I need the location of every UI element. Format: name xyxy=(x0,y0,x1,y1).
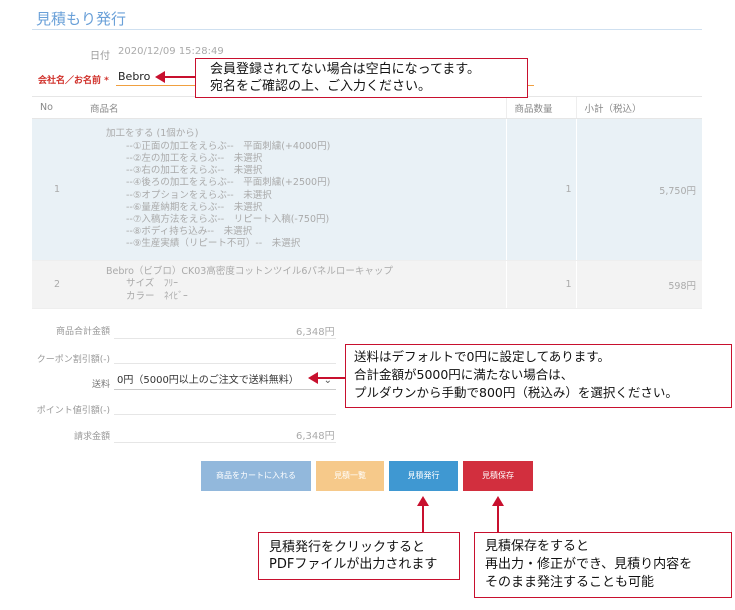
row-title: Bebro（ビブロ）CK03高密度コットンツイル6パネルローキャップ xyxy=(106,266,393,278)
arrow-line xyxy=(164,76,195,78)
callout-text: 見積保存をすると xyxy=(485,539,590,554)
row-subtotal: 5,750円 xyxy=(575,118,702,261)
callout-text: 送料はデフォルトで0円に設定してあります。 xyxy=(354,349,610,364)
point-label: ポイント値引額(-) xyxy=(36,406,110,416)
save-note-callout: 見積保存をすると 再出力・修正ができ、見積り内容を そのまま発注することも可能 xyxy=(474,532,732,598)
name-label-text: 会社名／お名前 xyxy=(38,76,102,86)
issue-note-callout: 見積発行をクリックすると PDFファイルが出力されます xyxy=(258,532,460,580)
header-name: 商品名 xyxy=(82,96,506,119)
billing-value: 6,348円 xyxy=(296,431,335,442)
arrow-line xyxy=(318,377,345,379)
coupon-label: クーポン割引額(-) xyxy=(36,355,110,365)
quote-table: No 商品名 商品数量 小計（税込） 1 加工をする (1個から) --①正面の… xyxy=(32,96,702,309)
arrow-line xyxy=(422,504,424,532)
page-title: 見積もり発行 xyxy=(36,10,127,28)
title-divider xyxy=(32,29,702,30)
row-option: --⑦入稿方法をえらぶ-- リピート入稿(-750円) xyxy=(126,213,330,225)
row-option: --②左の加工をえらぶ-- 未選択 xyxy=(126,152,263,164)
name-label: 会社名／お名前 * xyxy=(38,73,109,86)
save-quote-button[interactable]: 見積保存 xyxy=(463,461,533,491)
row-option: --⑨生産実績（リピート不可）-- 未選択 xyxy=(126,238,301,250)
chevron-down-icon: ⌄ xyxy=(323,375,332,386)
arrow-line xyxy=(497,504,499,532)
row-option: --⑥量産納期をえらぶ-- 未選択 xyxy=(126,201,263,213)
add-to-cart-button[interactable]: 商品をカートに入れる xyxy=(201,461,311,491)
shipping-label: 送料 xyxy=(91,380,110,390)
point-input[interactable] xyxy=(114,397,336,415)
header-subtotal: 小計（税込） xyxy=(575,96,702,119)
shipping-select-value: 0円（5000円以上のご注文で送料無料） xyxy=(117,375,299,386)
quote-list-button[interactable]: 見積一覧 xyxy=(316,461,384,491)
row-qty: 1 xyxy=(505,118,576,261)
table-row: 1 加工をする (1個から) --①正面の加工をえらぶ-- 平面刺繍(+4000… xyxy=(32,118,702,261)
required-mark: * xyxy=(104,76,109,86)
row-subtotal: 598円 xyxy=(575,260,702,309)
callout-text: プルダウンから手動で800円（税込み）を選択ください。 xyxy=(354,385,678,400)
table-row: 2 Bebro（ビブロ）CK03高密度コットンツイル6パネルローキャップ サイズ… xyxy=(32,260,702,309)
arrow-up-icon xyxy=(492,496,504,506)
row-option: --⑧ボディ持ち込み-- 未選択 xyxy=(126,226,253,238)
row-option: サイズ ﾌﾘｰ xyxy=(126,278,178,290)
callout-text: 合計金額が5000円に満たない場合は、 xyxy=(354,367,574,382)
date-label: 日付 xyxy=(90,51,110,62)
row-qty: 1 xyxy=(505,260,576,309)
billing-label: 請求金額 xyxy=(73,432,110,442)
product-total-label: 商品合計金額 xyxy=(55,327,110,337)
row-name: 加工をする (1個から) --①正面の加工をえらぶ-- 平面刺繍(+4000円)… xyxy=(82,118,506,261)
shipping-select[interactable]: 0円（5000円以上のご注文で送料無料） ⌄ xyxy=(114,372,336,390)
issue-quote-button[interactable]: 見積発行 xyxy=(389,461,458,491)
arrow-left-icon xyxy=(155,71,165,83)
date-value: 2020/12/09 15:28:49 xyxy=(118,46,224,57)
row-no: 2 xyxy=(32,260,82,309)
row-option: カラー ﾈｲﾋﾞｰ xyxy=(126,290,188,302)
row-option: --⑤オプションをえらぶ-- 未選択 xyxy=(126,189,272,201)
callout-text: 宛名をご確認の上、ご入力ください。 xyxy=(210,79,432,94)
callout-text: PDFファイルが出力されます xyxy=(269,557,438,572)
row-name: Bebro（ビブロ）CK03高密度コットンツイル6パネルローキャップ サイズ ﾌ… xyxy=(82,260,506,309)
callout-text: 再出力・修正ができ、見積り内容を xyxy=(485,557,693,572)
product-total-underline xyxy=(114,338,336,339)
header-no: No xyxy=(32,96,82,119)
row-no: 1 xyxy=(32,118,82,261)
row-option: --④後ろの加工をえらぶ-- 平面刺繍(+2500円) xyxy=(126,177,331,189)
callout-text: そのまま発注することも可能 xyxy=(485,575,655,590)
row-title: 加工をする (1個から) xyxy=(106,128,199,140)
coupon-input[interactable] xyxy=(114,346,336,364)
product-total-value: 6,348円 xyxy=(296,327,335,338)
shipping-note-callout: 送料はデフォルトで0円に設定してあります。 合計金額が5000円に満たない場合は… xyxy=(345,344,732,408)
arrow-up-icon xyxy=(417,496,429,506)
arrow-left-icon xyxy=(308,372,318,384)
row-option: --③右の加工をえらぶ-- 未選択 xyxy=(126,165,263,177)
billing-underline xyxy=(114,442,336,443)
name-note-callout: 会員登録されてない場合は空白になってます。 宛名をご確認の上、ご入力ください。 xyxy=(195,58,528,98)
callout-text: 見積発行をクリックすると xyxy=(269,540,426,555)
row-option: --①正面の加工をえらぶ-- 平面刺繍(+4000円) xyxy=(126,140,331,152)
header-qty: 商品数量 xyxy=(505,96,576,119)
callout-text: 会員登録されてない場合は空白になってます。 xyxy=(210,62,481,77)
